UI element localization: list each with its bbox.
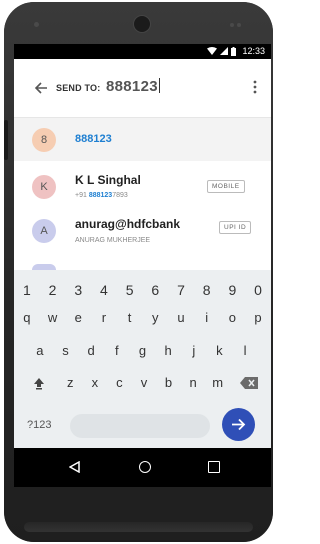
battery-icon	[231, 46, 237, 56]
key[interactable]: k	[209, 343, 229, 358]
number-suffix: 7893	[112, 192, 128, 199]
key[interactable]: 7	[171, 282, 191, 298]
key[interactable]: a	[30, 343, 50, 358]
key[interactable]: t	[120, 310, 140, 325]
suggestion-row[interactable]: 8 888123	[14, 118, 271, 161]
enter-button[interactable]	[222, 408, 255, 441]
signal-icon	[220, 47, 229, 55]
suggestion-number: 888123	[75, 133, 112, 145]
key[interactable]: w	[43, 310, 63, 325]
key[interactable]: 5	[120, 282, 140, 298]
side-button	[4, 120, 8, 160]
recipient-query: 888123	[106, 78, 158, 95]
key[interactable]: 9	[222, 282, 242, 298]
key[interactable]: j	[184, 343, 204, 358]
key[interactable]: m	[208, 375, 228, 390]
key[interactable]: 0	[248, 282, 268, 298]
contact-row[interactable]: K K L Singhal +91 8881237893 MOBILE	[14, 162, 271, 208]
key[interactable]: c	[109, 375, 129, 390]
key[interactable]: x	[85, 375, 105, 390]
key[interactable]: b	[159, 375, 179, 390]
text-cursor	[158, 78, 160, 93]
key[interactable]: g	[132, 343, 152, 358]
key[interactable]: z	[60, 375, 80, 390]
key[interactable]: v	[134, 375, 154, 390]
key[interactable]: p	[248, 310, 268, 325]
contact-number: +91 8881237893	[75, 192, 128, 199]
avatar: 8	[32, 128, 56, 152]
avatar: A	[32, 219, 56, 243]
key[interactable]: r	[94, 310, 114, 325]
letter-row-3: z x c v b n m	[58, 375, 230, 390]
status-bar: 12:33	[14, 44, 271, 59]
key[interactable]: u	[171, 310, 191, 325]
key[interactable]: h	[158, 343, 178, 358]
nav-back-icon[interactable]	[69, 461, 80, 473]
sensor-dot	[237, 23, 241, 27]
key[interactable]: 2	[43, 282, 63, 298]
mobile-tag: MOBILE	[207, 180, 245, 193]
avatar: K	[32, 175, 56, 199]
key[interactable]: i	[197, 310, 217, 325]
symbols-key[interactable]: ?123	[27, 419, 51, 431]
nav-bar	[14, 448, 271, 487]
nav-recent-icon[interactable]	[208, 461, 220, 473]
backspace-icon[interactable]	[240, 377, 258, 389]
key[interactable]: o	[222, 310, 242, 325]
wifi-icon	[207, 47, 218, 55]
key[interactable]: 1	[17, 282, 37, 298]
speaker-dot	[34, 22, 39, 27]
phone-bottom	[24, 522, 253, 532]
number-row: 1 2 3 4 5 6 7 8 9 0	[14, 282, 271, 298]
phone-frame: 12:33 SEND TO: 888123 8 888123 K K L Sin…	[4, 2, 273, 542]
key[interactable]: d	[81, 343, 101, 358]
key[interactable]: y	[145, 310, 165, 325]
keyboard: 1 2 3 4 5 6 7 8 9 0 q w e r t y u i o p …	[14, 270, 271, 448]
front-camera	[133, 15, 151, 33]
status-time: 12:33	[242, 46, 265, 56]
key[interactable]: e	[68, 310, 88, 325]
more-options-icon[interactable]	[253, 80, 257, 94]
key[interactable]: s	[55, 343, 75, 358]
space-bar[interactable]	[70, 414, 210, 438]
key[interactable]: l	[235, 343, 255, 358]
number-prefix: +91	[75, 192, 89, 199]
contact-name: anurag@hdfcbank	[75, 217, 181, 231]
letter-row-2: a s d f g h j k l	[27, 343, 258, 358]
key[interactable]: f	[107, 343, 127, 358]
send-to-label: SEND TO:	[56, 83, 101, 93]
key[interactable]: 6	[145, 282, 165, 298]
recipient-search-input[interactable]: 888123	[106, 78, 160, 95]
number-match: 888123	[88, 192, 113, 199]
arrow-right-icon	[232, 418, 246, 431]
key[interactable]: q	[17, 310, 37, 325]
contact-row[interactable]: A anurag@hdfcbank ANURAG MUKHERJEE UPI I…	[14, 209, 271, 255]
upi-tag: UPI ID	[219, 221, 252, 234]
back-arrow-icon[interactable]	[34, 81, 48, 95]
key[interactable]: 3	[68, 282, 88, 298]
shift-icon[interactable]	[32, 376, 46, 390]
contact-subtitle: ANURAG MUKHERJEE	[75, 237, 151, 244]
letter-row-1: q w e r t y u i o p	[14, 310, 271, 325]
key[interactable]: 8	[197, 282, 217, 298]
send-to-header: SEND TO: 888123	[14, 59, 271, 118]
nav-home-icon[interactable]	[139, 461, 151, 473]
key[interactable]: n	[183, 375, 203, 390]
key[interactable]: 4	[94, 282, 114, 298]
sensor-dot	[230, 23, 234, 27]
screen: 12:33 SEND TO: 888123 8 888123 K K L Sin…	[14, 44, 271, 487]
contact-name: K L Singhal	[75, 173, 141, 187]
